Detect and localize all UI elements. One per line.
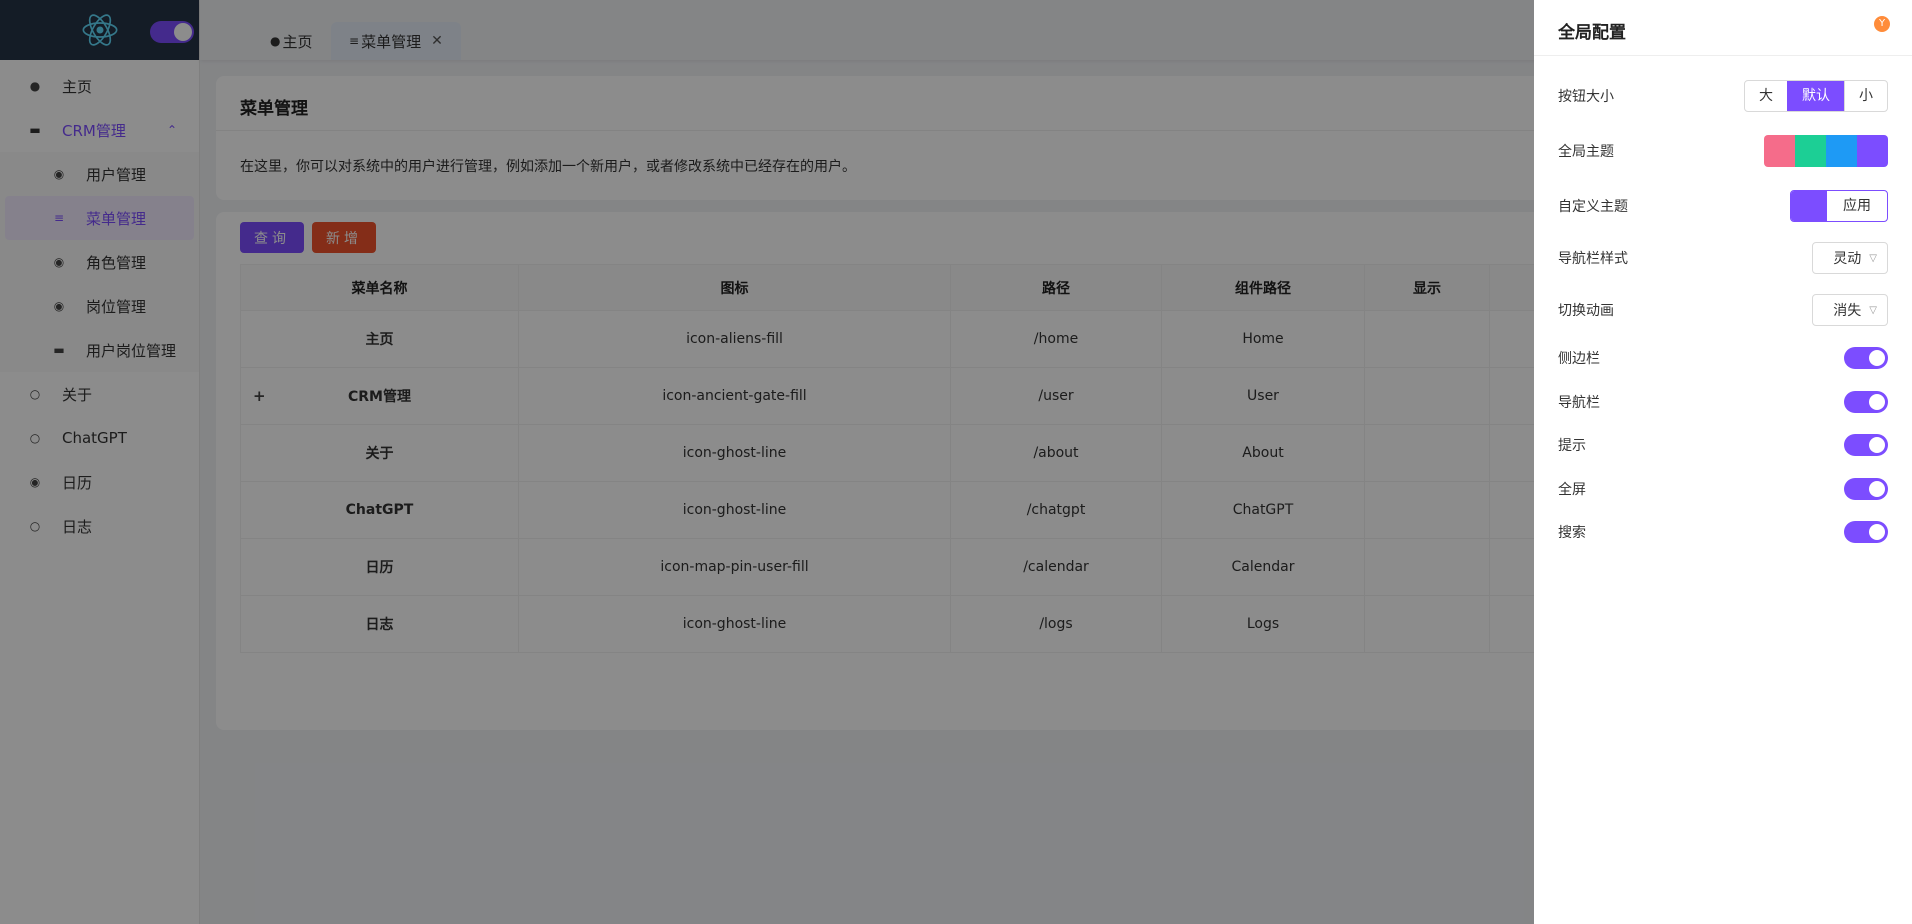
global-config-drawer: 全局配置 Y 按钮大小 大 默认 小 全局主题 自定义主题 应用 导航栏样式 灵… [1534,0,1912,924]
chevron-down-icon: ▽ [1869,304,1877,316]
navbar-switch[interactable] [1844,391,1888,413]
size-option-large[interactable]: 大 [1745,81,1787,111]
select-value: 灵动 [1833,251,1862,267]
setting-nav-style: 导航栏样式 灵动 ▽ [1558,242,1888,274]
theme-swatch-pink[interactable] [1764,135,1795,167]
nav-style-select[interactable]: 灵动 ▽ [1812,242,1888,274]
switch-knob [1869,524,1885,540]
tips-switch[interactable] [1844,434,1888,456]
drawer-header: 全局配置 Y [1534,0,1912,56]
setting-global-theme: 全局主题 [1558,135,1888,167]
setting-label: 自定义主题 [1558,199,1628,215]
switch-knob [1869,394,1885,410]
setting-button-size: 按钮大小 大 默认 小 [1558,80,1888,112]
theme-swatch-purple[interactable] [1857,135,1888,167]
theme-swatch-green[interactable] [1795,135,1826,167]
switch-knob [1869,481,1885,497]
setting-label: 按钮大小 [1558,89,1614,105]
setting-search-toggle: 搜索 [1558,521,1888,543]
setting-navbar-toggle: 导航栏 [1558,391,1888,413]
setting-label: 搜索 [1558,525,1586,541]
search-switch[interactable] [1844,521,1888,543]
setting-sidebar-toggle: 侧边栏 [1558,347,1888,369]
custom-theme-control: 应用 [1790,190,1888,222]
chevron-down-icon: ▽ [1869,252,1877,264]
size-option-default[interactable]: 默认 [1787,81,1844,111]
setting-fullscreen-toggle: 全屏 [1558,478,1888,500]
drawer-title: 全局配置 [1558,23,1626,43]
size-option-small[interactable]: 小 [1844,81,1887,111]
sidebar-switch[interactable] [1844,347,1888,369]
setting-label: 全局主题 [1558,144,1614,160]
setting-tips-toggle: 提示 [1558,434,1888,456]
close-icon[interactable]: Y [1874,16,1890,32]
setting-label: 侧边栏 [1558,351,1600,367]
button-size-segmented: 大 默认 小 [1744,80,1888,112]
fullscreen-switch[interactable] [1844,478,1888,500]
apply-button[interactable]: 应用 [1827,191,1887,221]
setting-label: 提示 [1558,438,1586,454]
switch-knob [1869,350,1885,366]
setting-custom-theme: 自定义主题 应用 [1558,190,1888,222]
switch-knob [1869,437,1885,453]
custom-color-picker[interactable] [1791,191,1827,221]
setting-label: 切换动画 [1558,303,1614,319]
theme-swatch-blue[interactable] [1826,135,1857,167]
setting-transition: 切换动画 消失 ▽ [1558,294,1888,326]
setting-label: 导航栏 [1558,395,1600,411]
drawer-mask-overlay[interactable] [0,0,1534,924]
theme-swatches [1764,135,1888,167]
transition-select[interactable]: 消失 ▽ [1812,294,1888,326]
select-value: 消失 [1833,303,1862,319]
setting-label: 全屏 [1558,482,1586,498]
setting-label: 导航栏样式 [1558,251,1628,267]
